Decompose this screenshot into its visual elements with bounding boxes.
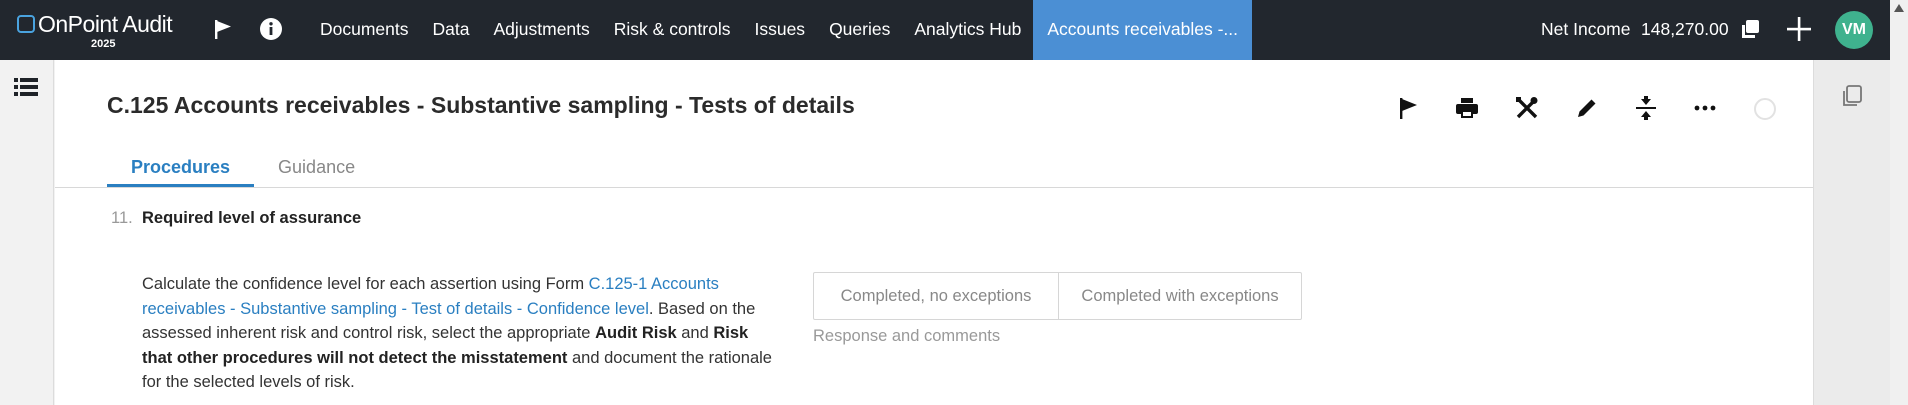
copy-icon[interactable] (1735, 14, 1765, 44)
left-rail (0, 60, 54, 405)
tab-guidance[interactable]: Guidance (254, 150, 379, 187)
tab-procedures[interactable]: Procedures (107, 150, 255, 187)
page-title: C.125 Accounts receivables - Substantive… (107, 92, 855, 118)
nav-adjustments[interactable]: Adjustments (481, 0, 601, 60)
collapse-icon[interactable] (1628, 90, 1664, 126)
procedure-text-part: and (676, 324, 714, 342)
procedure-text-bold: Audit Risk (595, 324, 677, 342)
nav-accounts-receivables[interactable]: Accounts receivables -... (1033, 0, 1252, 60)
completed-with-exceptions-button[interactable]: Completed with exceptions (1059, 273, 1301, 319)
procedure-text: Calculate the confidence level for each … (142, 272, 782, 395)
net-income-label: Net Income (1541, 19, 1631, 39)
top-navigation-bar: OnPoint Audit 2025 Documents Data Adjust… (0, 0, 1890, 60)
app-logo[interactable]: OnPoint Audit 2025 (14, 10, 184, 54)
response-button-group: Completed, no exceptions Completed with … (813, 272, 1302, 320)
response-comments-link[interactable]: Response and comments (813, 327, 1000, 346)
app-name: OnPoint Audit (38, 11, 173, 37)
flag-icon[interactable] (208, 14, 238, 44)
tools-icon[interactable] (1509, 90, 1545, 126)
flag-icon[interactable] (1390, 90, 1426, 126)
plus-icon[interactable] (1784, 14, 1814, 44)
main-nav: Documents Data Adjustments Risk & contro… (308, 0, 1252, 60)
pencil-icon[interactable] (1569, 90, 1605, 126)
step-title: Required level of assurance (142, 209, 362, 227)
nav-documents[interactable]: Documents (308, 0, 421, 60)
list-icon[interactable] (13, 76, 39, 98)
status-indicator[interactable] (1754, 98, 1776, 120)
nav-analytics-hub[interactable]: Analytics Hub (902, 0, 1033, 60)
page-scrollbar[interactable] (1890, 0, 1908, 405)
nav-risk-controls[interactable]: Risk & controls (602, 0, 743, 60)
more-icon[interactable] (1687, 90, 1723, 126)
logo-mark-icon (17, 15, 35, 33)
tabs-divider (55, 187, 1813, 188)
right-panel (1813, 60, 1890, 405)
net-income-value: 148,270.00 (1641, 19, 1729, 39)
print-icon[interactable] (1449, 90, 1485, 126)
main-content: C.125 Accounts receivables - Substantive… (55, 60, 1813, 405)
nav-issues[interactable]: Issues (742, 0, 817, 60)
app-year: 2025 (91, 38, 116, 50)
info-icon[interactable] (256, 14, 286, 44)
user-avatar[interactable]: VM (1835, 11, 1873, 49)
copy-outline-icon[interactable] (1839, 83, 1865, 109)
completed-no-exceptions-button[interactable]: Completed, no exceptions (814, 273, 1059, 319)
nav-data[interactable]: Data (421, 0, 482, 60)
procedure-text-part: Calculate the confidence level for each … (142, 275, 589, 293)
step-number: 11. (111, 209, 133, 227)
nav-queries[interactable]: Queries (817, 0, 902, 60)
content-tabs: Procedures Guidance (107, 150, 379, 187)
scroll-up-arrow-icon[interactable] (1894, 4, 1904, 12)
